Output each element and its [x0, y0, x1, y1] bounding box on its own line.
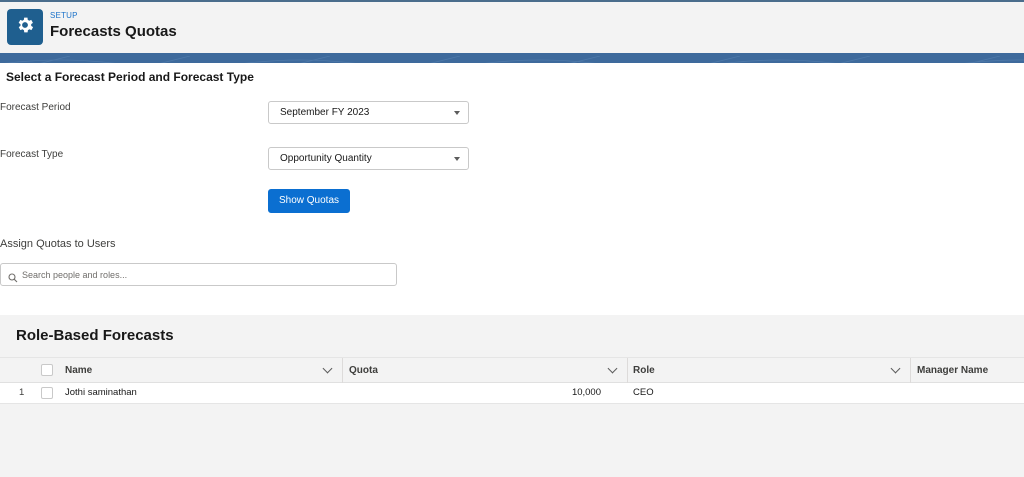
column-divider[interactable]: [910, 358, 911, 383]
search-icon: [8, 270, 18, 288]
role-value: CEO: [633, 387, 654, 398]
assign-quotas-title: Assign Quotas to Users: [0, 238, 116, 250]
breadcrumb[interactable]: SETUP: [50, 11, 78, 20]
role-based-forecasts-title: Role-Based Forecasts: [16, 327, 174, 344]
table-row[interactable]: 1 Jothi saminathan 10,000 CEO: [0, 383, 1024, 404]
forecast-type-select[interactable]: Opportunity Quantity: [268, 147, 469, 170]
forecast-type-label: Forecast Type: [0, 149, 64, 160]
forecast-selection-panel: Select a Forecast Period and Forecast Ty…: [0, 63, 1024, 315]
banner-pattern: [4, 55, 1024, 63]
forecast-period-label: Forecast Period: [0, 102, 71, 113]
forecast-type-value: Opportunity Quantity: [280, 153, 372, 164]
setup-gear-tile: [7, 9, 43, 45]
column-divider[interactable]: [627, 358, 628, 383]
section-title: Select a Forecast Period and Forecast Ty…: [6, 70, 254, 84]
page-header: SETUP Forecasts Quotas: [0, 2, 1024, 53]
forecast-period-value: September FY 2023: [280, 107, 370, 118]
caret-down-icon: [454, 157, 460, 161]
search-box[interactable]: [0, 263, 397, 286]
caret-down-icon: [454, 111, 460, 115]
table-header: Name Quota Role Manager Name: [0, 357, 1024, 383]
quota-value[interactable]: 10,000: [349, 383, 601, 403]
column-header-quota[interactable]: Quota: [349, 358, 378, 383]
column-header-role[interactable]: Role: [633, 358, 655, 383]
chevron-down-icon[interactable]: [890, 363, 901, 374]
show-quotas-button[interactable]: Show Quotas: [268, 189, 350, 213]
column-header-manager-name[interactable]: Manager Name: [917, 358, 988, 383]
select-all-checkbox[interactable]: [41, 364, 53, 376]
header-banner: [0, 53, 1024, 63]
forecast-period-select[interactable]: September FY 2023: [268, 101, 469, 124]
column-divider[interactable]: [342, 358, 343, 383]
search-input[interactable]: [22, 267, 382, 282]
row-number: 1: [19, 387, 25, 398]
chevron-down-icon[interactable]: [607, 363, 618, 374]
gear-icon: [15, 15, 35, 40]
user-name[interactable]: Jothi saminathan: [65, 383, 137, 403]
page-title: Forecasts Quotas: [50, 23, 177, 40]
row-checkbox[interactable]: [41, 387, 53, 399]
column-header-name[interactable]: Name: [65, 358, 92, 383]
chevron-down-icon[interactable]: [322, 363, 333, 374]
